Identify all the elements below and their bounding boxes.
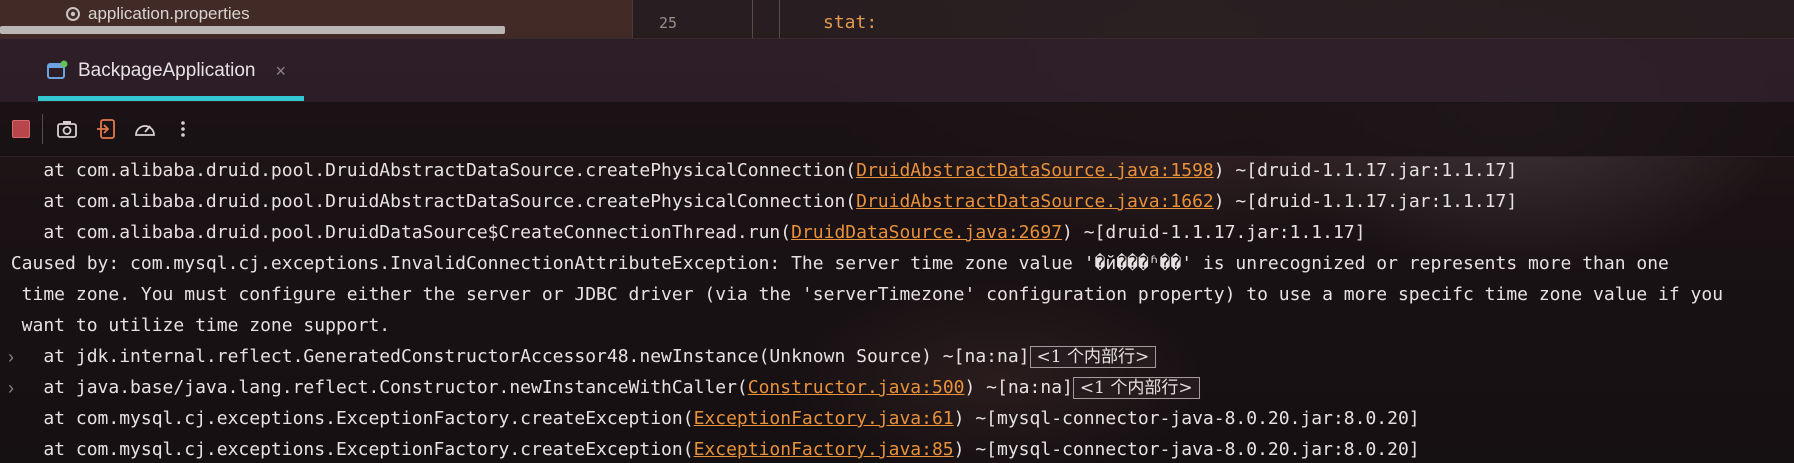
console-text: ) ~[na:na] xyxy=(964,377,1073,398)
console-text: ) ~[mysql-connector-java-8.0.20.jar:8.0.… xyxy=(953,408,1420,429)
gauge-icon xyxy=(135,125,155,136)
screenshot-button[interactable] xyxy=(52,114,82,144)
fold-gutter xyxy=(752,0,780,38)
console-text: ) ~[druid-1.1.17.jar:1.1.17] xyxy=(1213,191,1518,212)
code-line[interactable]: stat: xyxy=(823,12,877,33)
project-file-item[interactable]: application.properties xyxy=(64,4,250,24)
source-link[interactable]: DruidAbstractDataSource.java:1662 xyxy=(856,191,1214,212)
console-line: at com.mysql.cj.exceptions.ExceptionFact… xyxy=(0,404,1420,434)
console-line: at com.alibaba.druid.pool.DruidAbstractD… xyxy=(0,187,1517,217)
more-options-button[interactable] xyxy=(168,114,198,144)
console-text: at jdk.internal.reflect.GeneratedConstru… xyxy=(0,346,1030,367)
console-text: time zone. You must configure either the… xyxy=(0,284,1724,305)
console-output[interactable]: at com.alibaba.druid.pool.DruidAbstractD… xyxy=(0,156,1794,463)
project-file-label: application.properties xyxy=(88,4,250,23)
exit-button[interactable] xyxy=(92,114,122,144)
profiler-button[interactable] xyxy=(130,114,160,144)
console-line: at jdk.internal.reflect.GeneratedConstru… xyxy=(0,342,1157,372)
stop-button[interactable] xyxy=(6,114,36,144)
console-text: ) ~[druid-1.1.17.jar:1.1.17] xyxy=(1062,222,1366,243)
editor-gutter xyxy=(632,0,763,38)
console-line: Caused by: com.mysql.cj.exceptions.Inval… xyxy=(0,249,1669,279)
close-icon[interactable]: × xyxy=(275,61,286,82)
source-link[interactable]: DruidDataSource.java:2697 xyxy=(791,222,1062,243)
stop-icon xyxy=(12,120,30,138)
source-link[interactable]: ExceptionFactory.java:85 xyxy=(694,439,954,460)
source-link[interactable]: Constructor.java:500 xyxy=(748,377,965,398)
console-text: at com.mysql.cj.exceptions.ExceptionFact… xyxy=(0,439,694,460)
console-line: want to utilize time zone support. xyxy=(0,311,390,341)
console-line: at com.alibaba.druid.pool.DruidAbstractD… xyxy=(0,156,1517,186)
more-vertical-icon xyxy=(181,121,185,137)
console-line: time zone. You must configure either the… xyxy=(0,280,1723,310)
console-text: Caused by: com.mysql.cj.exceptions.Inval… xyxy=(0,253,1669,274)
tab-backpage-application[interactable]: BackpageApplication × xyxy=(38,39,304,103)
console-line: at java.base/java.lang.reflect.Construct… xyxy=(0,373,1200,403)
console-line: at com.mysql.cj.exceptions.ExceptionFact… xyxy=(0,435,1420,463)
project-horizontal-scrollbar[interactable] xyxy=(0,26,505,34)
console-text: at com.alibaba.druid.pool.DruidAbstractD… xyxy=(0,160,857,181)
console-text: want to utilize time zone support. xyxy=(0,315,391,336)
exit-icon xyxy=(97,119,115,139)
run-toolbar xyxy=(0,102,1794,157)
spring-run-config-icon xyxy=(46,60,68,82)
line-number: 25 xyxy=(659,14,678,32)
settings-file-icon xyxy=(64,5,82,23)
tab-label: BackpageApplication xyxy=(78,60,256,81)
camera-icon xyxy=(57,121,77,138)
folded-lines-badge[interactable]: <1 个内部行> xyxy=(1029,346,1157,368)
folded-lines-badge[interactable]: <1 个内部行> xyxy=(1072,377,1200,399)
console-text: at com.alibaba.druid.pool.DruidAbstractD… xyxy=(0,191,857,212)
active-tab-indicator xyxy=(38,96,304,101)
toolbar-divider xyxy=(42,114,43,144)
console-text: at com.alibaba.druid.pool.DruidDataSourc… xyxy=(0,222,792,243)
console-text: at com.mysql.cj.exceptions.ExceptionFact… xyxy=(0,408,694,429)
console-line: at com.alibaba.druid.pool.DruidDataSourc… xyxy=(0,218,1365,248)
console-text: ) ~[druid-1.1.17.jar:1.1.17] xyxy=(1213,160,1518,181)
console-text: at java.base/java.lang.reflect.Construct… xyxy=(0,377,748,398)
source-link[interactable]: DruidAbstractDataSource.java:1598 xyxy=(856,160,1214,181)
run-tab-bar: BackpageApplication × xyxy=(0,38,1794,103)
source-link[interactable]: ExceptionFactory.java:61 xyxy=(694,408,954,429)
console-text: ) ~[mysql-connector-java-8.0.20.jar:8.0.… xyxy=(953,439,1420,460)
